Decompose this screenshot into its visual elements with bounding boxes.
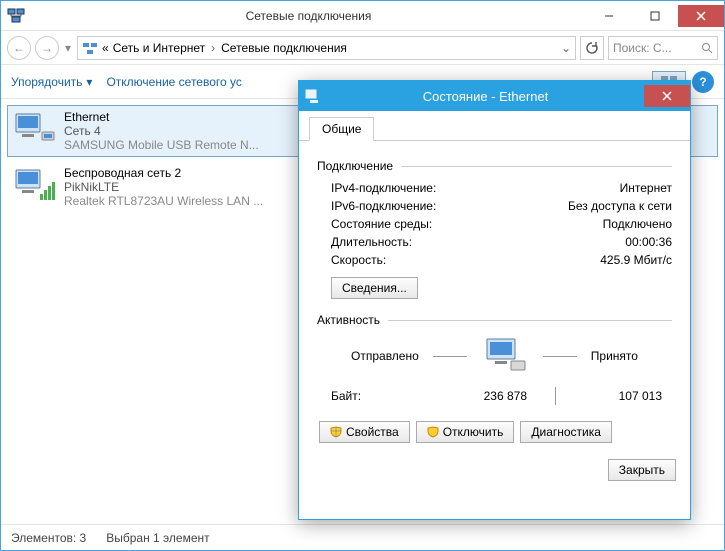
selection-status: Выбран 1 элемент <box>106 531 209 545</box>
adapter-name: Беспроводная сеть 2 <box>64 166 263 180</box>
ipv6-value: Без доступа к сети <box>568 199 672 213</box>
breadcrumb-prefix: « <box>102 41 109 55</box>
breadcrumb-seg-1[interactable]: Сеть и Интернет <box>113 41 205 55</box>
window-title: Сетевые подключения <box>31 9 586 23</box>
ipv4-value: Интернет <box>620 181 672 195</box>
history-dropdown[interactable]: ▾ <box>63 41 73 55</box>
organize-menu[interactable]: Упорядочить ▾ <box>11 75 92 89</box>
dialog-tabs: Общие <box>299 111 690 141</box>
status-dialog: Состояние - Ethernet Общие Подключение I… <box>298 80 691 520</box>
address-bar[interactable]: « Сеть и Интернет › Сетевые подключения … <box>77 36 576 60</box>
ipv6-label: IPv6-подключение: <box>331 199 568 213</box>
help-button[interactable]: ? <box>692 71 714 93</box>
duration-value: 00:00:36 <box>625 235 672 249</box>
dialog-title: Состояние - Ethernet <box>327 89 644 104</box>
adapter-name: Ethernet <box>64 110 259 124</box>
window-titlebar: Сетевые подключения <box>1 1 724 31</box>
close-button[interactable]: Закрыть <box>608 459 676 481</box>
ethernet-adapter-icon <box>14 110 56 148</box>
back-button[interactable]: ← <box>7 36 31 60</box>
details-button[interactable]: Сведения... <box>331 277 418 299</box>
diagnose-button[interactable]: Диагностика <box>520 421 612 443</box>
breadcrumb-sep-icon: › <box>209 41 217 55</box>
chevron-down-icon: ▾ <box>86 75 92 89</box>
received-label: Принято <box>591 349 638 363</box>
address-icon <box>82 40 98 56</box>
network-connections-icon <box>7 7 25 25</box>
bytes-label: Байт: <box>331 389 421 403</box>
address-dropdown[interactable]: ⌄ <box>561 41 571 55</box>
tab-general[interactable]: Общие <box>309 117 374 141</box>
ipv4-label: IPv4-подключение: <box>331 181 620 195</box>
window-close-button[interactable] <box>678 5 724 27</box>
nav-row: ← → ▾ « Сеть и Интернет › Сетевые подклю… <box>1 31 724 65</box>
adapter-device: SAMSUNG Mobile USB Remote N... <box>64 138 259 152</box>
dialog-titlebar[interactable]: Состояние - Ethernet <box>299 81 690 111</box>
dialog-icon <box>305 88 321 104</box>
properties-button[interactable]: Свойства <box>319 421 410 443</box>
speed-label: Скорость: <box>331 253 600 267</box>
shield-icon <box>330 426 342 438</box>
adapter-network: Сеть 4 <box>64 124 259 138</box>
item-count-label: Элементов: <box>11 531 76 545</box>
search-placeholder: Поиск: С... <box>613 41 672 55</box>
refresh-button[interactable] <box>580 36 604 60</box>
dialog-close-button[interactable] <box>644 85 690 107</box>
duration-label: Длительность: <box>331 235 625 249</box>
media-state-label: Состояние среды: <box>331 217 603 231</box>
maximize-button[interactable] <box>632 5 678 27</box>
breadcrumb-seg-2[interactable]: Сетевые подключения <box>221 41 347 55</box>
minimize-button[interactable] <box>586 5 632 27</box>
disable-device-button[interactable]: Отключение сетевого ус <box>106 75 241 89</box>
sent-label: Отправлено <box>351 349 419 363</box>
wifi-adapter-icon <box>14 166 56 204</box>
bytes-sent: 236 878 <box>421 389 555 403</box>
adapter-network: PikNikLTE <box>64 180 263 194</box>
forward-button[interactable]: → <box>35 36 59 60</box>
connection-group-label: Подключение <box>317 159 393 173</box>
activity-group-label: Активность <box>317 313 380 327</box>
adapter-device: Realtek RTL8723AU Wireless LAN ... <box>64 194 263 208</box>
bytes-received: 107 013 <box>556 389 672 403</box>
shield-icon <box>427 426 439 438</box>
status-bar: Элементов: 3 Выбран 1 элемент <box>1 524 724 550</box>
speed-value: 425.9 Мбит/с <box>600 253 672 267</box>
search-input[interactable]: Поиск: С... <box>608 36 718 60</box>
disable-button[interactable]: Отключить <box>416 421 515 443</box>
search-icon <box>701 42 713 54</box>
item-count: 3 <box>80 531 87 545</box>
media-state-value: Подключено <box>603 217 672 231</box>
activity-monitor-icon <box>481 337 529 375</box>
